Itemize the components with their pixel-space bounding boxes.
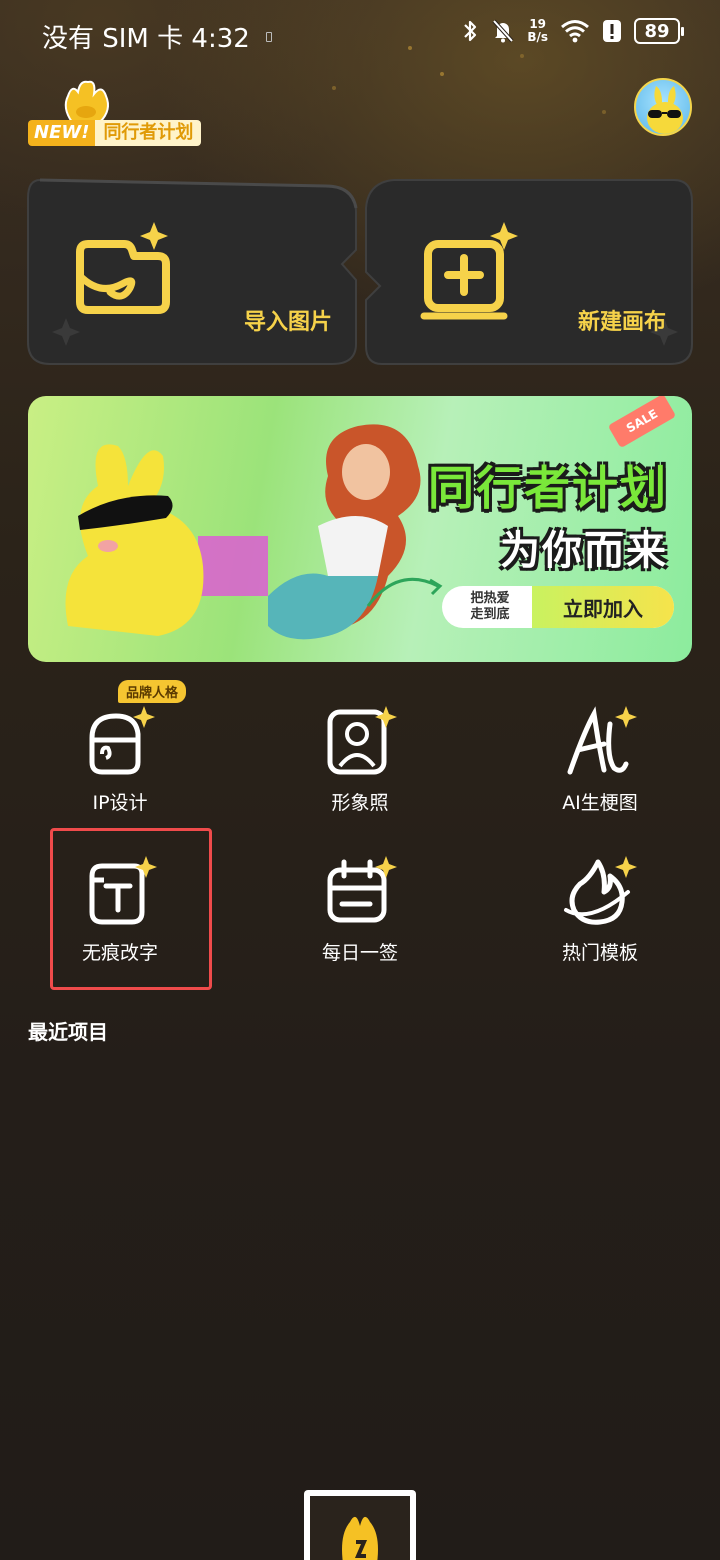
ai-meme-icon [567, 706, 637, 775]
tool-label: AI生梗图 [562, 792, 638, 814]
mascot-icon [64, 80, 109, 123]
tool-label: 热门模板 [561, 942, 638, 964]
alert-icon [603, 20, 621, 42]
new-canvas-label: 新建画布 [577, 310, 666, 335]
cta-slogan: 把热爱 走到底 [470, 591, 510, 622]
wifi-icon [561, 20, 589, 43]
portrait-icon [327, 706, 397, 775]
banner-title: 同行者计划 [428, 461, 668, 515]
tool-portrait[interactable]: 形象照 [280, 702, 440, 842]
tool-label: 每日一签 [321, 942, 398, 964]
partner-plan-banner[interactable]: SALE 同行者计划 为你而来 把热爱 走到底 立即加入 [28, 396, 692, 662]
tool-ai-meme[interactable]: AI生梗图 [520, 702, 680, 842]
tool-hot-template[interactable]: 热门模板 [520, 852, 680, 992]
banner-subtitle: 为你而来 [500, 528, 668, 574]
brand-persona-badge: 品牌人格 [118, 680, 187, 703]
carrier-time: 没有 SIM 卡 4:32 [42, 24, 250, 54]
join-now-label: 立即加入 [532, 586, 674, 628]
new-canvas-icon [420, 222, 518, 320]
battery-indicator: 89 [634, 18, 684, 44]
tool-daily-sign[interactable]: 每日一签 [280, 852, 440, 992]
notification-icon [265, 31, 272, 42]
tool-label: 形象照 [331, 792, 389, 814]
avatar[interactable] [634, 78, 692, 136]
hot-template-icon [564, 856, 637, 925]
network-speed: 19 B/s [527, 17, 548, 44]
bluetooth-icon [464, 20, 477, 42]
tool-label: 无痕改字 [81, 942, 158, 964]
text-edit-icon [89, 856, 157, 925]
recent-projects-title: 最近项目 [28, 1020, 108, 1044]
import-image-icon [76, 222, 170, 314]
import-image-label: 导入图片 [243, 310, 332, 335]
mute-bell-icon [492, 19, 514, 43]
tool-text-edit[interactable]: 无痕改字 [40, 852, 200, 992]
plan-label: 同行者计划 [95, 120, 202, 146]
new-canvas-card[interactable]: 新建画布 [364, 168, 694, 366]
tool-label: IP设计 [92, 792, 148, 814]
new-label: NEW! [28, 120, 96, 146]
ip-design-icon [89, 706, 155, 775]
daily-sign-icon [327, 856, 397, 923]
import-image-card[interactable]: 导入图片 [26, 168, 360, 366]
home-button[interactable] [304, 1490, 416, 1560]
partner-plan-badge[interactable]: NEW! 同行者计划 [28, 78, 224, 148]
tool-ip-design[interactable]: 品牌人格 IP设计 [40, 680, 200, 842]
status-bar: 没有 SIM 卡 4:32 19 B/s 89 [0, 0, 720, 72]
join-now-button[interactable]: 把热爱 走到底 立即加入 [442, 586, 674, 628]
mascot-logo-icon [342, 1516, 378, 1560]
